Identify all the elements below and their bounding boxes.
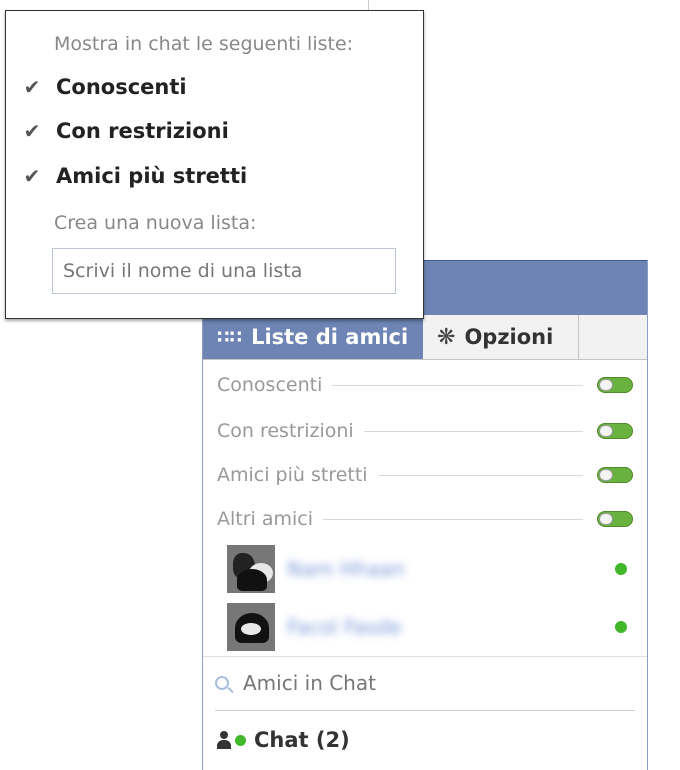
popup-list-item[interactable]: ✔ Con restrizioni [20,115,229,147]
list-divider [363,430,583,432]
popup-list-label: Amici più stretti [56,164,248,188]
friend-item[interactable]: Nam Hhaan [227,544,633,594]
list-row-altri-amici: Altri amici [217,504,633,534]
list-label: Altri amici [217,508,314,530]
new-list-input[interactable] [52,248,396,294]
chat-tabs: ∷∷ Liste di amici ❋ Opzioni [203,315,647,360]
list-label: Conoscenti [217,374,323,396]
checkmark-icon: ✔ [23,119,41,143]
divider [203,656,647,657]
friend-item[interactable]: Facol Fasde [227,602,633,652]
online-status-icon [615,621,627,633]
list-label: Con restrizioni [217,420,354,442]
chat-search-placeholder: Amici in Chat [243,671,376,695]
chat-panel: ∷∷ Liste di amici ❋ Opzioni Conoscenti C… [202,260,648,770]
popup-list-item[interactable]: ✔ Conoscenti [20,71,187,103]
list-toggle[interactable] [597,377,633,393]
popup-list-item[interactable]: ✔ Amici più stretti [20,160,248,192]
tab-friend-lists-label: Liste di amici [251,325,409,349]
avatar [227,545,275,593]
list-toggle[interactable] [597,467,633,483]
list-row-amici-piu-stretti: Amici più stretti [217,460,633,490]
person-icon [217,730,231,750]
list-label: Amici più stretti [217,464,368,486]
list-divider [332,384,583,386]
chat-bar[interactable]: Chat (2) [217,720,350,760]
search-icon [215,676,229,690]
list-divider [377,474,583,476]
list-row-con-restrizioni: Con restrizioni [217,416,633,446]
new-list-label: Crea una nuova lista: [54,212,257,234]
divider [215,710,635,711]
list-toggle[interactable] [597,511,633,527]
online-status-icon [615,563,627,575]
checkmark-icon: ✔ [23,164,41,188]
list-divider [323,518,583,520]
avatar [227,603,275,651]
tab-options[interactable]: ❋ Opzioni [423,315,579,359]
friend-name: Nam Hhaan [287,557,405,581]
popup-list-label: Conoscenti [56,75,187,99]
popup-list-label: Con restrizioni [56,119,229,143]
chat-search[interactable]: Amici in Chat [215,663,376,703]
tab-options-label: Opzioni [464,325,554,349]
gear-icon: ❋ [437,324,456,350]
list-row-conoscenti: Conoscenti [217,370,633,400]
chat-bar-label: Chat (2) [254,728,350,752]
friend-name: Facol Fasde [287,615,402,639]
checkmark-icon: ✔ [23,75,41,99]
popup-title: Mostra in chat le seguenti liste: [54,33,354,55]
grid-icon: ∷∷ [217,326,243,348]
online-status-icon [235,734,246,746]
friend-lists-popup: Mostra in chat le seguenti liste: ✔ Cono… [5,10,424,319]
tab-friend-lists[interactable]: ∷∷ Liste di amici [203,315,423,359]
list-toggle[interactable] [597,423,633,439]
